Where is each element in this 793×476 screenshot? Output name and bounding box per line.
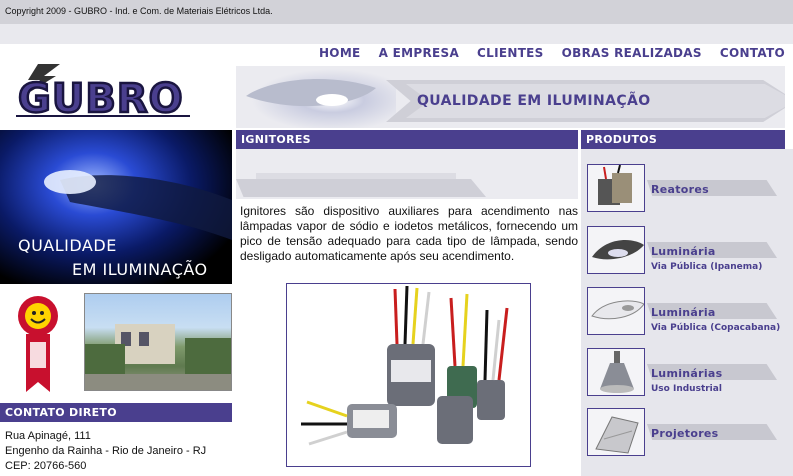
ignitores-product-image — [286, 283, 531, 467]
address-block: Rua Apinagé, 111 Engenho da Rainha - Rio… — [5, 429, 206, 474]
product-sub-luminaria-ipanema[interactable]: Via Pública (Ipanema) — [651, 262, 762, 272]
nav-clientes-link[interactable]: CLIENTES — [477, 46, 544, 62]
ignitores-description: Ignitores são dispositivo auxiliares par… — [240, 204, 578, 263]
product-sub-luminaria-copacabana[interactable]: Via Pública (Copacabana) — [651, 323, 780, 333]
contato-direto-title: CONTATO DIRETO — [0, 403, 232, 422]
photo-caption-line1: QUALIDADE — [18, 236, 117, 255]
ignitores-title: IGNITORES — [236, 130, 578, 149]
gubro-logo[interactable]: GUBRO — [0, 62, 232, 128]
luminarias-industrial-thumbnail[interactable] — [587, 348, 645, 396]
main-nav: HOME A EMPRESA CLIENTES OBRAS REALIZADAS… — [301, 46, 785, 62]
product-sub-luminarias-industrial[interactable]: Uso Industrial — [651, 384, 722, 394]
lamp-photo: QUALIDADE EM ILUMINAÇÃO — [0, 130, 232, 284]
nav-empresa-link[interactable]: A EMPRESA — [379, 46, 459, 62]
banner-slogan: QUALIDADE EM ILUMINAÇÃO — [417, 93, 651, 109]
address-street: Rua Apinagé, 111 — [5, 430, 91, 442]
product-item-luminaria-ipanema[interactable]: Luminária Via Pública (Ipanema) — [587, 226, 793, 278]
product-name-luminaria-ipanema[interactable]: Luminária — [651, 245, 716, 258]
luminaria-copacabana-thumbnail[interactable] — [587, 287, 645, 335]
content-decoration — [236, 149, 578, 199]
product-name-projetores[interactable]: Projetores — [651, 427, 719, 440]
address-district: Engenho da Rainha - Rio de Janeiro - RJ — [5, 445, 207, 457]
projetores-thumbnail[interactable] — [587, 408, 645, 456]
address-cep: CEP: 20766-560 — [5, 460, 87, 472]
luminaria-ipanema-thumbnail[interactable] — [587, 226, 645, 274]
product-name-reatores[interactable]: Reatores — [651, 183, 709, 196]
produtos-title: PRODUTOS — [581, 130, 785, 149]
award-seal-icon — [12, 294, 64, 394]
company-building-photo — [84, 293, 232, 391]
nav-obras-link[interactable]: OBRAS REALIZADAS — [562, 46, 702, 62]
product-item-reatores[interactable]: Reatores — [587, 164, 793, 216]
top-bar: Copyright 2009 - GUBRO - Ind. e Com. de … — [0, 0, 793, 24]
product-name-luminaria-copacabana[interactable]: Luminária — [651, 306, 716, 319]
photo-caption-line2: EM ILUMINAÇÃO — [72, 260, 208, 279]
copyright-text: Copyright 2009 - GUBRO - Ind. e Com. de … — [5, 6, 273, 16]
sub-bar — [0, 24, 793, 44]
nav-contato-link[interactable]: CONTATO — [720, 46, 785, 62]
product-item-projetores[interactable]: Projetores — [587, 408, 793, 460]
nav-home-link[interactable]: HOME — [319, 46, 361, 62]
product-name-luminarias-industrial[interactable]: Luminárias — [651, 367, 723, 380]
product-item-luminaria-copacabana[interactable]: Luminária Via Pública (Copacabana) — [587, 287, 793, 339]
header-banner: QUALIDADE EM ILUMINAÇÃO — [236, 66, 785, 128]
reatores-thumbnail[interactable] — [587, 164, 645, 212]
streetlight-image — [236, 66, 396, 128]
product-item-luminarias-industrial[interactable]: Luminárias Uso Industrial — [587, 348, 793, 400]
